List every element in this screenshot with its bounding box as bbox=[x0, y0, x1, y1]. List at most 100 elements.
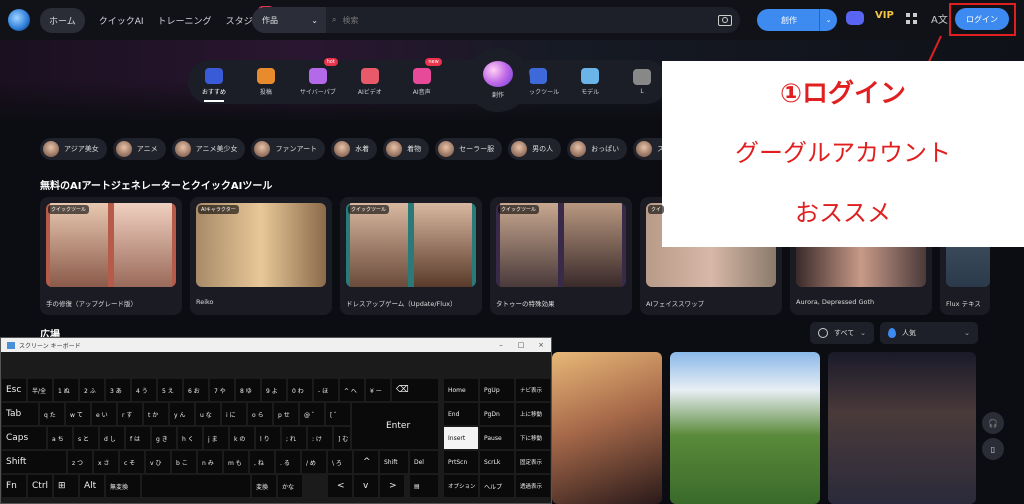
key[interactable]: 6 お bbox=[183, 378, 209, 402]
key[interactable]: a ち bbox=[47, 426, 73, 450]
key[interactable]: t か bbox=[143, 402, 169, 426]
key[interactable]: h く bbox=[177, 426, 203, 450]
key[interactable]: Esc bbox=[1, 378, 27, 402]
key[interactable]: u な bbox=[195, 402, 221, 426]
backspace-key[interactable]: ⌫ bbox=[391, 378, 439, 402]
tag-chip[interactable]: 水着 bbox=[331, 138, 378, 160]
key[interactable]: Ctrl bbox=[27, 474, 53, 498]
key[interactable]: Shift bbox=[379, 450, 409, 474]
space-key[interactable] bbox=[141, 474, 251, 498]
key[interactable]: 変換 bbox=[251, 474, 277, 498]
key[interactable]: 上に移動 bbox=[515, 402, 551, 426]
tag-chip[interactable]: 男の人 bbox=[508, 138, 562, 160]
key[interactable]: d し bbox=[99, 426, 125, 450]
tag-chip[interactable]: アニメ bbox=[112, 138, 166, 160]
maximize-icon[interactable]: □ bbox=[511, 338, 531, 352]
key[interactable]: Insert bbox=[443, 426, 479, 450]
tag-chip[interactable]: セーラー服 bbox=[435, 138, 503, 160]
key[interactable]: l り bbox=[255, 426, 281, 450]
key[interactable]: ナビ表示 bbox=[515, 378, 551, 402]
center-create-button[interactable]: 創作 bbox=[466, 48, 530, 112]
key[interactable]: 7 や bbox=[209, 378, 235, 402]
close-icon[interactable]: × bbox=[531, 338, 551, 352]
tag-chip[interactable]: おっぱい bbox=[567, 138, 628, 160]
tool-card[interactable]: クイックツール 手の修復（アップグレード版） bbox=[40, 197, 182, 315]
arrow-up-key[interactable]: ^ bbox=[353, 450, 379, 474]
key[interactable]: q た bbox=[39, 402, 65, 426]
key[interactable]: s と bbox=[73, 426, 99, 450]
image-search-camera-icon[interactable] bbox=[718, 14, 732, 26]
key[interactable]: PgDn bbox=[479, 402, 515, 426]
tag-chip[interactable]: アニメ美少女 bbox=[171, 138, 246, 160]
key[interactable]: f は bbox=[125, 426, 151, 450]
tool-card[interactable]: AIキャラクター Reiko bbox=[190, 197, 332, 315]
key[interactable]: v ひ bbox=[145, 450, 171, 474]
key[interactable]: k の bbox=[229, 426, 255, 450]
gallery-image[interactable] bbox=[828, 352, 976, 504]
create-button[interactable]: 創作 ⌄ bbox=[757, 9, 837, 31]
key[interactable]: g き bbox=[151, 426, 177, 450]
key[interactable]: 透過表示 bbox=[515, 474, 551, 498]
arrow-down-key[interactable]: v bbox=[353, 474, 379, 498]
tag-chip[interactable]: ファンアート bbox=[251, 138, 326, 160]
key[interactable]: i に bbox=[221, 402, 247, 426]
key[interactable]: w て bbox=[65, 402, 91, 426]
key[interactable]: Fn bbox=[1, 474, 27, 498]
key[interactable]: 8 ゆ bbox=[235, 378, 261, 402]
key[interactable]: : け bbox=[307, 426, 333, 450]
key[interactable]: o ら bbox=[247, 402, 273, 426]
key[interactable]: 4 う bbox=[131, 378, 157, 402]
key[interactable]: 9 よ bbox=[261, 378, 287, 402]
key[interactable]: ^ へ bbox=[339, 378, 365, 402]
mobile-app-icon[interactable]: ▯ bbox=[982, 438, 1004, 460]
key[interactable]: Tab bbox=[1, 402, 39, 426]
key[interactable]: y ん bbox=[169, 402, 195, 426]
nav-tab-training[interactable]: トレーニング bbox=[158, 14, 212, 27]
key[interactable]: Pause bbox=[479, 426, 515, 450]
arrow-left-key[interactable]: < bbox=[327, 474, 353, 498]
key[interactable]: b こ bbox=[171, 450, 197, 474]
key[interactable]: Alt bbox=[79, 474, 105, 498]
key[interactable]: 無変換 bbox=[105, 474, 141, 498]
windows-key-icon[interactable]: ⊞ bbox=[53, 474, 79, 498]
key[interactable]: r す bbox=[117, 402, 143, 426]
arrow-right-key[interactable]: > bbox=[379, 474, 405, 498]
key[interactable]: ¥ ー bbox=[365, 378, 391, 402]
key[interactable]: Del bbox=[409, 450, 439, 474]
app-logo[interactable] bbox=[8, 9, 30, 31]
feature-post[interactable]: 投稿 bbox=[240, 68, 292, 96]
support-headset-icon[interactable]: 🎧 bbox=[982, 412, 1004, 434]
tool-card[interactable]: クイックツール タトゥーの特殊効果 bbox=[490, 197, 632, 315]
key[interactable]: 0 わ bbox=[287, 378, 313, 402]
nav-tab-quick-ai[interactable]: クイックAI bbox=[99, 14, 144, 27]
key[interactable]: m も bbox=[223, 450, 249, 474]
language-icon[interactable]: A文 bbox=[931, 11, 948, 26]
enter-key[interactable]: Enter bbox=[351, 402, 439, 450]
feature-model[interactable]: モデル bbox=[564, 68, 616, 96]
apps-grid-icon[interactable] bbox=[906, 13, 917, 24]
key[interactable]: 下に移動 bbox=[515, 426, 551, 450]
key[interactable]: Caps bbox=[1, 426, 47, 450]
key[interactable]: j ま bbox=[203, 426, 229, 450]
key[interactable]: e い bbox=[91, 402, 117, 426]
key[interactable]: ScrLk bbox=[479, 450, 515, 474]
chevron-down-icon[interactable]: ⌄ bbox=[819, 9, 837, 31]
nav-tab-home[interactable]: ホーム bbox=[40, 7, 85, 33]
key[interactable]: Shift bbox=[1, 450, 67, 474]
menu-key-icon[interactable]: ▤ bbox=[409, 474, 439, 498]
key[interactable]: Home bbox=[443, 378, 479, 402]
feature-cyber-pub[interactable]: hot サイバーパブ bbox=[292, 58, 344, 96]
key[interactable]: ヘルプ bbox=[479, 474, 515, 498]
key[interactable]: . る bbox=[275, 450, 301, 474]
key[interactable]: 3 あ bbox=[105, 378, 131, 402]
key[interactable]: 5 え bbox=[157, 378, 183, 402]
key[interactable]: 1 ぬ bbox=[53, 378, 79, 402]
key[interactable]: - ほ bbox=[313, 378, 339, 402]
key[interactable]: 半/全 bbox=[27, 378, 53, 402]
feature-ai-video[interactable]: AIビデオ bbox=[344, 68, 396, 96]
key[interactable]: オプション bbox=[443, 474, 479, 498]
feature-ai-voice[interactable]: new AI音声 bbox=[396, 58, 448, 96]
tag-chip[interactable]: 着物 bbox=[383, 138, 430, 160]
discord-icon[interactable] bbox=[846, 11, 864, 25]
tag-chip[interactable]: アジア美女 bbox=[40, 138, 107, 160]
